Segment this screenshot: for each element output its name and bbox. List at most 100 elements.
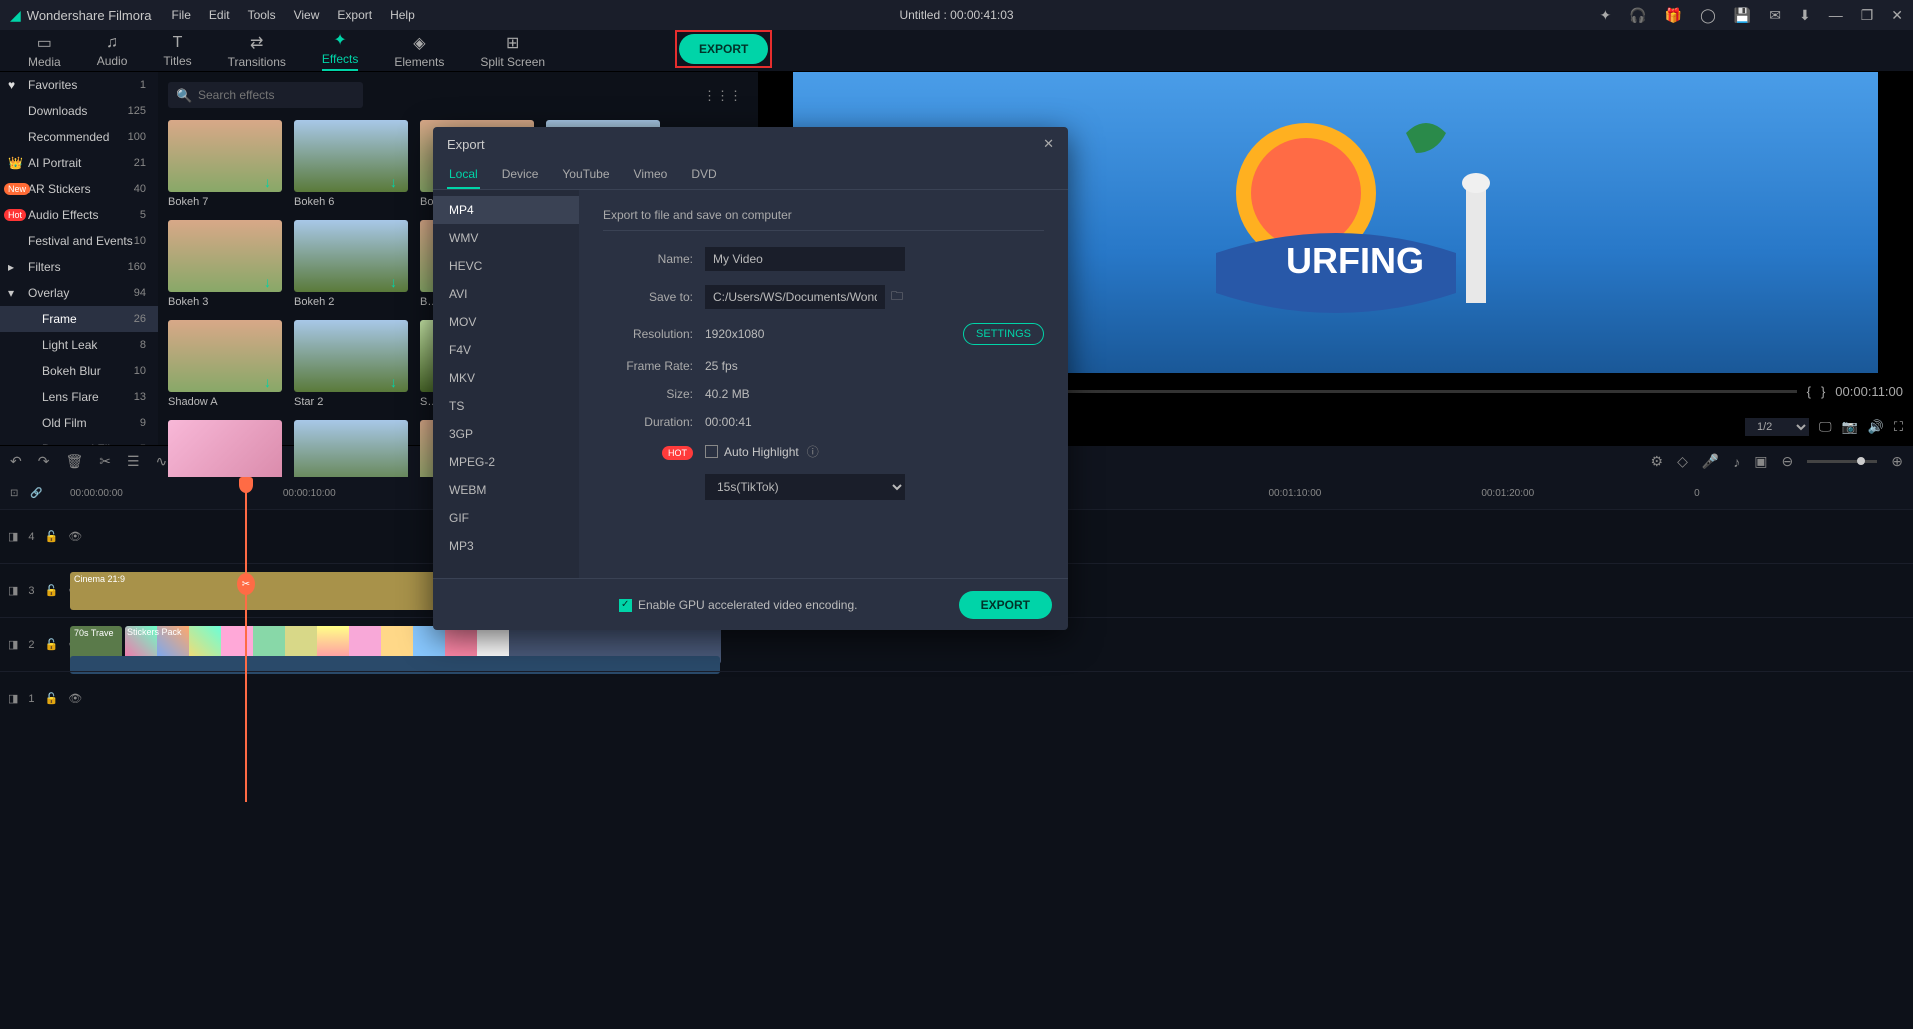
gear-icon[interactable]: ⚙ [1651, 453, 1664, 470]
effect-card[interactable]: ↓Bokeh 7 [168, 120, 282, 208]
menu-file[interactable]: File [172, 8, 191, 22]
format-f4v[interactable]: F4V [433, 336, 579, 364]
maximize-icon[interactable]: ❐ [1861, 7, 1874, 24]
autohighlight-checkbox[interactable] [705, 445, 718, 458]
format-mp4[interactable]: MP4 [433, 196, 579, 224]
effect-card[interactable]: ↓Star 2 [294, 320, 408, 408]
redo-icon[interactable]: ↷ [38, 453, 50, 470]
resize-icon[interactable]: ⊡ [10, 488, 18, 499]
headset-icon[interactable]: 🎧 [1629, 7, 1646, 24]
brace-right-icon[interactable]: } [1821, 384, 1825, 399]
tab-media[interactable]: ▭ Media [10, 29, 79, 73]
effect-card[interactable]: ↓Shadow A [168, 320, 282, 408]
gpu-checkbox-row[interactable]: Enable GPU accelerated video encoding. [619, 598, 857, 612]
zoom-slider[interactable] [1807, 460, 1877, 463]
menu-export[interactable]: Export [337, 8, 372, 22]
cut-marker[interactable]: ✂ [237, 573, 255, 595]
tab-effects[interactable]: ✦ Effects [304, 26, 376, 75]
star-icon[interactable]: ✦ [1600, 7, 1612, 24]
sidebar-item-overlay[interactable]: ▾Overlay94 [0, 280, 158, 306]
music-icon[interactable]: ♪ [1733, 454, 1740, 470]
tab-titles[interactable]: T Titles [145, 30, 209, 72]
tab-splitscreen[interactable]: ⊞ Split Screen [462, 29, 563, 73]
highlight-preset-select[interactable]: 15s(TikTok) [705, 474, 905, 500]
saveto-input[interactable] [705, 285, 885, 309]
lock-icon[interactable]: 🔓 [45, 530, 59, 543]
volume-icon[interactable]: 🔊 [1868, 419, 1884, 435]
sidebar-item-bokehblur[interactable]: Bokeh Blur10 [0, 358, 158, 384]
sidebar-item-audio-effects[interactable]: HotAudio Effects5 [0, 202, 158, 228]
audio-waveform-icon[interactable]: ∿ [156, 453, 168, 470]
search-input[interactable] [168, 82, 363, 108]
format-avi[interactable]: AVI [433, 280, 579, 308]
format-webm[interactable]: WEBM [433, 476, 579, 504]
zoom-select[interactable]: 1/2 [1745, 418, 1809, 436]
export-tab-vimeo[interactable]: Vimeo [632, 161, 670, 189]
zoom-in-icon[interactable]: ⊕ [1891, 453, 1903, 470]
zoom-out-icon[interactable]: ⊖ [1782, 453, 1794, 470]
effect-card[interactable]: ↓Bokeh 3 [168, 220, 282, 308]
gpu-checkbox[interactable] [619, 599, 632, 612]
format-mkv[interactable]: MKV [433, 364, 579, 392]
sidebar-item-recommended[interactable]: Recommended100 [0, 124, 158, 150]
sidebar-item-ar-stickers[interactable]: NewAR Stickers40 [0, 176, 158, 202]
effect-card[interactable]: ↓Bokeh 6 [294, 120, 408, 208]
sidebar-item-lightleak[interactable]: Light Leak8 [0, 332, 158, 358]
format-mpeg2[interactable]: MPEG-2 [433, 448, 579, 476]
tab-elements[interactable]: ◈ Elements [376, 29, 462, 73]
track-toggle-icon[interactable]: ◨ [8, 530, 18, 543]
export-tab-local[interactable]: Local [447, 161, 480, 189]
adjust-icon[interactable]: ☰ [127, 453, 140, 470]
sidebar-item-ai-portrait[interactable]: 👑AI Portrait21 [0, 150, 158, 176]
sidebar-item-filters[interactable]: ▸Filters160 [0, 254, 158, 280]
track-toggle-icon[interactable]: ◨ [8, 692, 18, 705]
format-wmv[interactable]: WMV [433, 224, 579, 252]
sidebar-item-lensflare[interactable]: Lens Flare13 [0, 384, 158, 410]
format-hevc[interactable]: HEVC [433, 252, 579, 280]
lock-icon[interactable]: 🔓 [45, 692, 59, 705]
tab-transitions[interactable]: ⇄ Transitions [210, 29, 304, 73]
export-tab-device[interactable]: Device [500, 161, 541, 189]
menu-tools[interactable]: Tools [248, 8, 276, 22]
sidebar-item-favorites[interactable]: ♥Favorites1 [0, 72, 158, 98]
cut-icon[interactable]: ✂ [99, 453, 111, 470]
link-icon[interactable]: 🔗 [30, 488, 42, 499]
brace-left-icon[interactable]: { [1807, 384, 1811, 399]
delete-icon[interactable]: 🗑 [65, 453, 83, 470]
sidebar-item-damagedfilm[interactable]: Damaged Film5 [0, 436, 158, 445]
sidebar-item-frame[interactable]: Frame26 [0, 306, 158, 332]
format-gif[interactable]: GIF [433, 504, 579, 532]
lock-icon[interactable]: 🔓 [45, 638, 59, 651]
lock-icon[interactable]: 🔓 [45, 584, 59, 597]
track-toggle-icon[interactable]: ◨ [8, 638, 18, 651]
settings-button[interactable]: SETTINGS [963, 323, 1044, 345]
marker-icon[interactable]: ◇ [1677, 453, 1688, 470]
download-icon[interactable]: ⬇ [1799, 7, 1811, 24]
sidebar-item-oldfilm[interactable]: Old Film9 [0, 410, 158, 436]
format-mp3[interactable]: MP3 [433, 532, 579, 560]
menu-view[interactable]: View [294, 8, 320, 22]
sidebar-item-downloads[interactable]: Downloads125 [0, 98, 158, 124]
expand-icon[interactable]: ⛶ [1894, 419, 1903, 435]
export-tab-youtube[interactable]: YouTube [560, 161, 611, 189]
sidebar-item-festival[interactable]: Festival and Events10 [0, 228, 158, 254]
export-tab-dvd[interactable]: DVD [689, 161, 718, 189]
mail-icon[interactable]: ✉ [1769, 7, 1781, 24]
format-ts[interactable]: TS [433, 392, 579, 420]
tab-audio[interactable]: ♫ Audio [79, 30, 146, 72]
track-toggle-icon[interactable]: ◨ [8, 584, 18, 597]
format-mov[interactable]: MOV [433, 308, 579, 336]
menu-edit[interactable]: Edit [209, 8, 230, 22]
user-icon[interactable]: ◯ [1700, 7, 1716, 24]
grid-view-icon[interactable]: ⋮⋮⋮ [697, 82, 748, 110]
export-confirm-button[interactable]: EXPORT [959, 591, 1052, 619]
export-button[interactable]: EXPORT [679, 34, 768, 64]
save-icon[interactable]: 💾 [1734, 7, 1751, 24]
undo-icon[interactable]: ↶ [10, 453, 22, 470]
gift-icon[interactable]: 🎁 [1665, 7, 1682, 24]
help-icon[interactable]: ⓘ [807, 443, 819, 460]
close-icon[interactable]: ✕ [1891, 7, 1903, 24]
folder-icon[interactable]: 🗀 [891, 287, 903, 308]
crop-icon[interactable]: ▣ [1754, 453, 1767, 470]
menu-help[interactable]: Help [390, 8, 415, 22]
